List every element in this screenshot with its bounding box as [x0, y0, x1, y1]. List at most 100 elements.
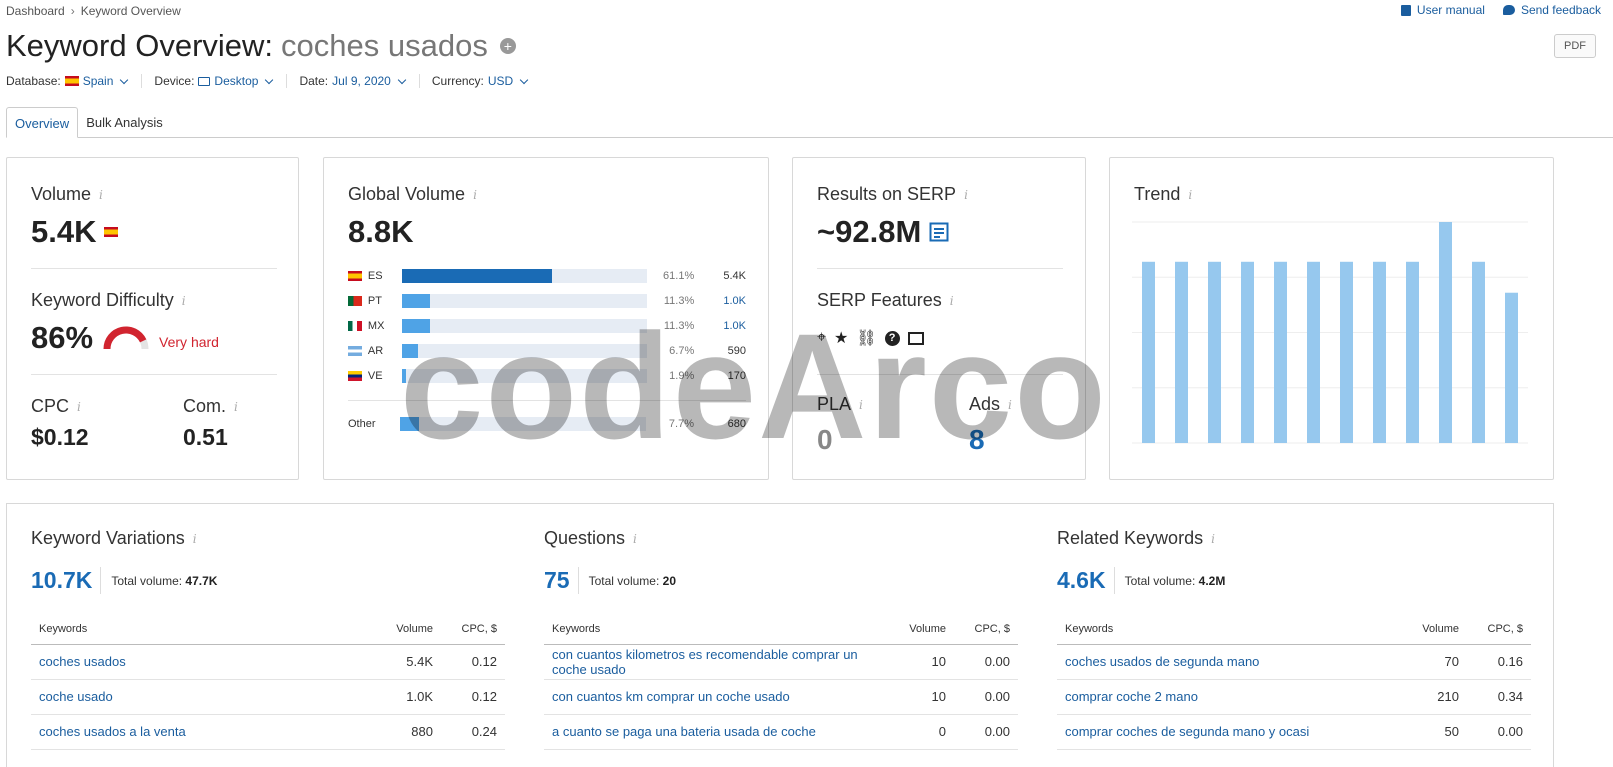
serp-value: ~92.8M [817, 214, 922, 249]
country-volume: 5.4K [723, 270, 746, 282]
country-code: MX [367, 320, 385, 332]
keyword-link[interactable]: con cuantos km comprar un coche usado [544, 679, 884, 715]
country-flag-icon [348, 296, 362, 306]
variations-count-value[interactable]: 10.7K [31, 567, 102, 594]
trend-bar[interactable] [1208, 261, 1221, 443]
database-filter[interactable]: Database: Spain [6, 74, 143, 88]
keyword-cpc: 0.16 [1467, 644, 1531, 680]
info-icon[interactable]: i [633, 532, 637, 546]
keyword-volume: 50 [1397, 714, 1467, 750]
tab-bar: Overview Bulk Analysis [6, 107, 1613, 138]
keyword-link[interactable]: con cuantos kilometros es recomendable c… [544, 644, 884, 680]
info-icon[interactable]: i [77, 400, 81, 414]
info-icon[interactable]: i [182, 294, 186, 308]
info-icon[interactable]: i [473, 188, 477, 202]
cpc-header[interactable]: CPC, $ [441, 614, 505, 645]
variations-total: Total volume: 47.7K [111, 574, 217, 588]
table-row: coches usados de segunda mano 70 0.16 [1057, 644, 1531, 680]
info-icon[interactable]: i [964, 188, 968, 202]
info-icon[interactable]: i [193, 532, 197, 546]
keyword-link[interactable]: comprar coches de segunda mano y ocasi [1057, 714, 1397, 750]
info-icon[interactable]: i [1211, 532, 1215, 546]
cpc-title: CPC i [31, 396, 81, 417]
trend-chart [1132, 221, 1528, 444]
tab-overview[interactable]: Overview [6, 107, 79, 138]
trend-bar[interactable] [1340, 261, 1353, 443]
trend-bar[interactable] [1505, 292, 1518, 443]
trend-bar[interactable] [1439, 222, 1452, 443]
currency-filter[interactable]: Currency: USD [432, 74, 541, 88]
keyword-link[interactable]: comprar coche 2 mano [1057, 679, 1397, 715]
variations-label: Keyword Variations [31, 528, 185, 548]
country-row: ES 61.1% 5.4K [348, 268, 746, 284]
breadcrumb-dashboard[interactable]: Dashboard [6, 4, 65, 18]
keyword-link[interactable]: a cuanto se paga una bateria usada de co… [544, 714, 884, 750]
keyword-volume: 5.4K [371, 644, 441, 680]
device-label: Device: [154, 74, 195, 88]
keywords-header[interactable]: Keywords [31, 614, 371, 645]
country-code: AR [367, 345, 384, 357]
table-header-row: Keywords Volume CPC, $ [1057, 614, 1531, 645]
trend-bar[interactable] [1472, 261, 1485, 443]
volume-header[interactable]: Volume [884, 614, 954, 645]
com-value: 0.51 [183, 424, 228, 450]
table-row: con cuantos kilometros es recomendable c… [544, 644, 1018, 680]
info-icon[interactable]: i [234, 400, 238, 414]
country-code: ES [367, 270, 383, 282]
keyword-volume: 10 [884, 644, 954, 680]
total-volume-value: 47.7K [185, 573, 218, 588]
info-icon[interactable]: i [1188, 188, 1192, 202]
chat-bubble-icon [1502, 5, 1515, 15]
keywords-header[interactable]: Keywords [544, 614, 884, 645]
keyword-link[interactable]: coches usados de segunda mano [1057, 644, 1397, 680]
device-value: Desktop [214, 74, 259, 88]
questions-count-value[interactable]: 75 [544, 567, 579, 594]
global-volume-label: Global Volume [348, 184, 466, 204]
share-bar-fill [401, 269, 553, 283]
keyword-link[interactable]: coches usados a la venta [31, 714, 371, 750]
country-code: PT [367, 295, 382, 307]
user-manual-link[interactable]: User manual [1400, 3, 1485, 17]
related-count-value[interactable]: 4.6K [1057, 567, 1115, 594]
send-feedback-link[interactable]: Send feedback [1502, 3, 1601, 17]
keywords-header[interactable]: Keywords [1057, 614, 1397, 645]
trend-bar[interactable] [1373, 261, 1386, 443]
related-label: Related Keywords [1057, 528, 1204, 548]
tab-bulk-analysis[interactable]: Bulk Analysis [78, 107, 171, 137]
info-icon[interactable]: i [99, 188, 103, 202]
breadcrumb-current: Keyword Overview [80, 4, 181, 18]
trend-bar[interactable] [1241, 261, 1254, 443]
divider [817, 268, 1063, 269]
total-volume-label: Total volume: [1124, 573, 1196, 588]
trend-card: Trend i [1109, 157, 1554, 480]
pdf-button[interactable]: PDF [1554, 34, 1596, 58]
volume-header[interactable]: Volume [371, 614, 441, 645]
difficulty-label: Keyword Difficulty [31, 290, 174, 310]
questions-label: Questions [544, 528, 626, 548]
trend-bar[interactable] [1274, 261, 1287, 443]
keyword-cpc: 0.12 [441, 679, 505, 715]
cpc-header[interactable]: CPC, $ [954, 614, 1018, 645]
cpc-header[interactable]: CPC, $ [1467, 614, 1531, 645]
volume-card: Volume i 5.4K Keyword Difficulty i 86% Ver… [6, 157, 299, 480]
currency-label: Currency: [431, 74, 484, 88]
table-header-row: Keywords Volume CPC, $ [544, 614, 1018, 645]
trend-bar[interactable] [1142, 261, 1155, 443]
chevron-down-icon [397, 75, 407, 84]
watermark: codeArco [400, 302, 1108, 470]
country-code: Other [348, 418, 376, 430]
device-filter[interactable]: Device: Desktop [154, 74, 288, 88]
keyword-link[interactable]: coches usados [31, 644, 371, 680]
table-row: coches usados a la venta 880 0.24 [31, 714, 505, 750]
serp-results-icon[interactable] [929, 222, 949, 242]
volume-value-row: 5.4K [31, 214, 119, 250]
trend-bar[interactable] [1175, 261, 1188, 443]
keyword-link[interactable]: coche usado [31, 679, 371, 715]
add-keyword-icon[interactable]: + [499, 38, 516, 54]
related-total: Total volume: 4.2M [1125, 574, 1226, 588]
volume-header[interactable]: Volume [1397, 614, 1467, 645]
trend-bar[interactable] [1406, 261, 1419, 443]
database-value: Spain [82, 74, 114, 88]
date-filter[interactable]: Date: Jul 9, 2020 [299, 74, 420, 88]
trend-bar[interactable] [1307, 261, 1320, 443]
